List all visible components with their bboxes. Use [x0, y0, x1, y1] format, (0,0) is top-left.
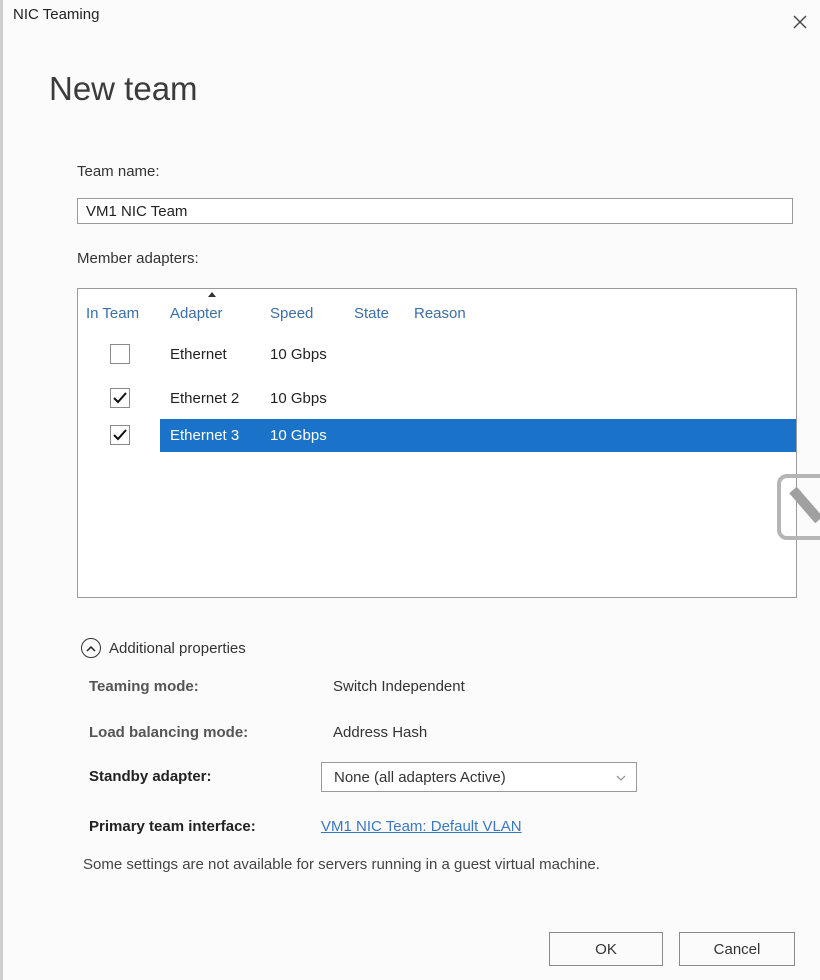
member-adapters-list: In Team Adapter Speed State Reason Ether…: [77, 288, 797, 598]
column-header-reason[interactable]: Reason: [414, 305, 466, 322]
page-title: New team: [49, 70, 198, 107]
cancel-button[interactable]: Cancel: [679, 932, 795, 966]
speed-cell: 10 Gbps: [270, 427, 327, 444]
additional-properties-label: Additional properties: [109, 639, 246, 657]
chevron-down-icon: [616, 769, 626, 787]
checkmark-icon: [113, 392, 127, 404]
teaming-mode-value: Switch Independent: [333, 678, 465, 695]
adapter-cell: Ethernet 2: [170, 390, 240, 407]
guest-vm-note: Some settings are not available for serv…: [83, 856, 600, 873]
close-icon: [793, 15, 807, 29]
column-header-in-team[interactable]: In Team: [86, 305, 139, 322]
speed-cell: 10 Gbps: [270, 390, 327, 407]
close-button[interactable]: [788, 10, 812, 34]
table-row-selected[interactable]: Ethernet 3 10 Gbps: [78, 419, 796, 452]
in-team-checkbox[interactable]: [110, 388, 130, 408]
in-team-checkbox[interactable]: [110, 344, 130, 364]
member-adapters-label: Member adapters:: [77, 250, 199, 267]
table-row[interactable]: Ethernet 2 10 Gbps: [78, 385, 796, 415]
team-name-label: Team name:: [77, 163, 160, 180]
watermark-logo-icon: [777, 474, 820, 540]
in-team-checkbox[interactable]: [110, 425, 130, 445]
column-header-adapter[interactable]: Adapter: [170, 305, 223, 322]
column-header-state[interactable]: State: [354, 305, 389, 322]
table-row[interactable]: Ethernet 10 Gbps: [78, 341, 796, 371]
chevron-up-icon: [81, 638, 101, 658]
adapter-cell: Ethernet 3: [170, 427, 240, 444]
primary-team-interface-label: Primary team interface:: [89, 818, 256, 835]
primary-team-interface-link[interactable]: VM1 NIC Team: Default VLAN: [321, 818, 522, 835]
sort-ascending-icon: [208, 292, 216, 297]
standby-adapter-dropdown[interactable]: None (all adapters Active): [321, 762, 637, 792]
speed-cell: 10 Gbps: [270, 346, 327, 363]
load-balancing-value: Address Hash: [333, 724, 428, 741]
standby-adapter-label: Standby adapter:: [89, 768, 212, 785]
adapter-cell: Ethernet: [170, 346, 227, 363]
ok-button[interactable]: OK: [549, 932, 663, 966]
team-name-input[interactable]: [77, 198, 793, 224]
checkmark-icon: [113, 429, 127, 441]
load-balancing-label: Load balancing mode:: [89, 724, 249, 741]
additional-properties-toggle[interactable]: Additional properties: [81, 638, 246, 658]
standby-adapter-value: None (all adapters Active): [334, 769, 506, 786]
selection-highlight: [160, 419, 796, 452]
column-header-speed[interactable]: Speed: [270, 305, 313, 322]
teaming-mode-label: Teaming mode:: [89, 678, 199, 695]
window-title: NIC Teaming: [13, 6, 100, 23]
nic-teaming-dialog: NIC Teaming New team Team name: Member a…: [0, 0, 820, 980]
